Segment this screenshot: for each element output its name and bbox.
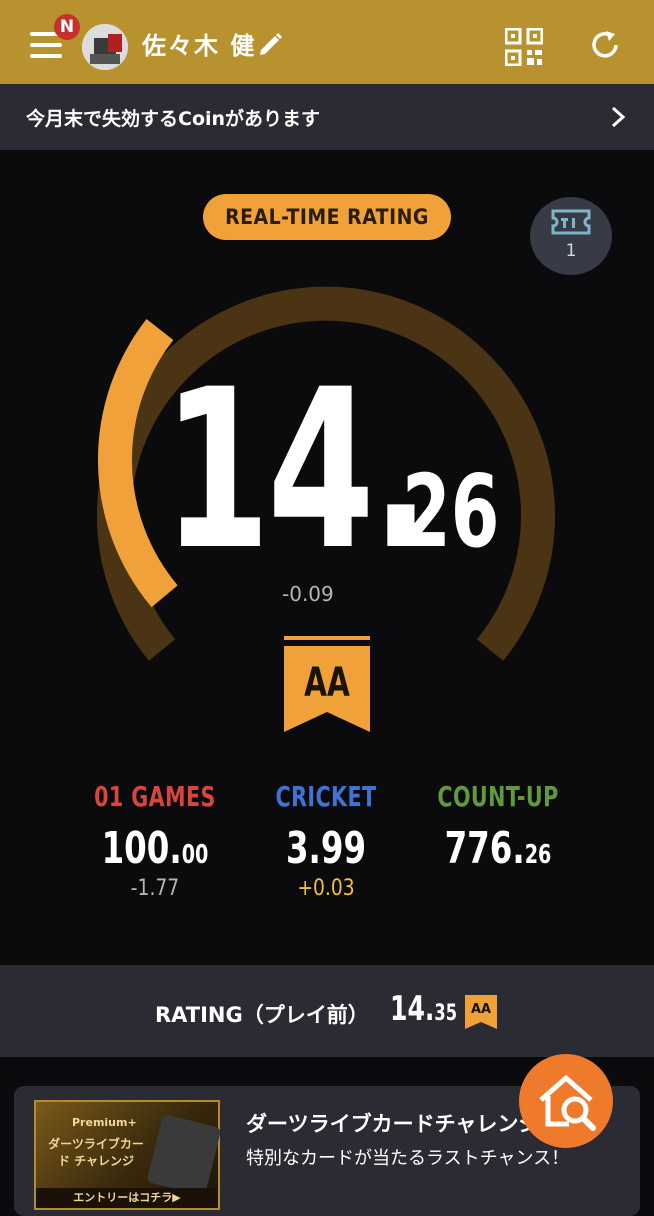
banner-image-title: ダーツライブカード チャレンジ	[48, 1137, 144, 1168]
real-time-rating-label: REAL-TIME RATING	[203, 194, 451, 240]
stat-value-int: 100.	[101, 823, 182, 874]
rating-delta: -0.09	[282, 582, 334, 606]
rating-before-label: RATING（プレイ前）	[155, 1003, 369, 1027]
stat-count-up: COUNT-UP 776.26	[398, 780, 598, 876]
stat-value-int: 3.99	[285, 823, 367, 874]
stat-title: 01 GAMES	[94, 780, 216, 813]
ticket-count: 1	[565, 241, 577, 261]
shop-search-button[interactable]	[519, 1054, 613, 1148]
stat-cricket: CRICKET 3.99 +0.03	[226, 780, 426, 901]
ticket-icon	[551, 209, 591, 235]
stat-delta: -1.77	[130, 876, 180, 901]
house-search-icon	[539, 1075, 596, 1131]
banner-image[interactable]: Premium+ ダーツライブカード チャレンジ エントリーはコチラ▶	[34, 1100, 222, 1210]
rating-before-value: 14.35	[390, 989, 457, 1029]
stat-01-games: 01 GAMES 100.00 -1.77	[55, 780, 255, 901]
card-image	[146, 1113, 222, 1197]
stat-value-int: 776.	[444, 823, 525, 874]
stat-value-dec: 00	[181, 840, 209, 870]
ticket-button[interactable]: 1	[530, 197, 612, 275]
banner-image-entry[interactable]: エントリーはコチラ▶	[36, 1188, 218, 1208]
stat-value: 776.26	[416, 823, 580, 874]
stat-value: 100.00	[73, 823, 237, 874]
stat-delta: +0.03	[297, 876, 355, 901]
banner-title: ダーツライブカードチャレンジ	[246, 1112, 540, 1136]
rating-before-play: RATING（プレイ前） 14.35 AA	[0, 965, 654, 1057]
rating-integer: 14.	[163, 342, 430, 598]
stat-value-dec: 26	[524, 840, 552, 870]
stat-title: CRICKET	[275, 780, 377, 813]
rank-badge: AA	[284, 636, 370, 736]
rating-before-rank: AA	[470, 1002, 492, 1017]
rating-before-int: 14.	[390, 989, 435, 1029]
banner-image-premium: Premium+	[72, 1116, 137, 1129]
stat-value: 3.99	[244, 823, 408, 874]
rating-before-rank-badge: AA	[465, 995, 497, 1033]
rating-before-dec: 35	[434, 1001, 458, 1026]
rank-text: AA	[304, 660, 350, 706]
rating-decimal: 26	[402, 453, 500, 570]
stat-title: COUNT-UP	[437, 780, 559, 813]
